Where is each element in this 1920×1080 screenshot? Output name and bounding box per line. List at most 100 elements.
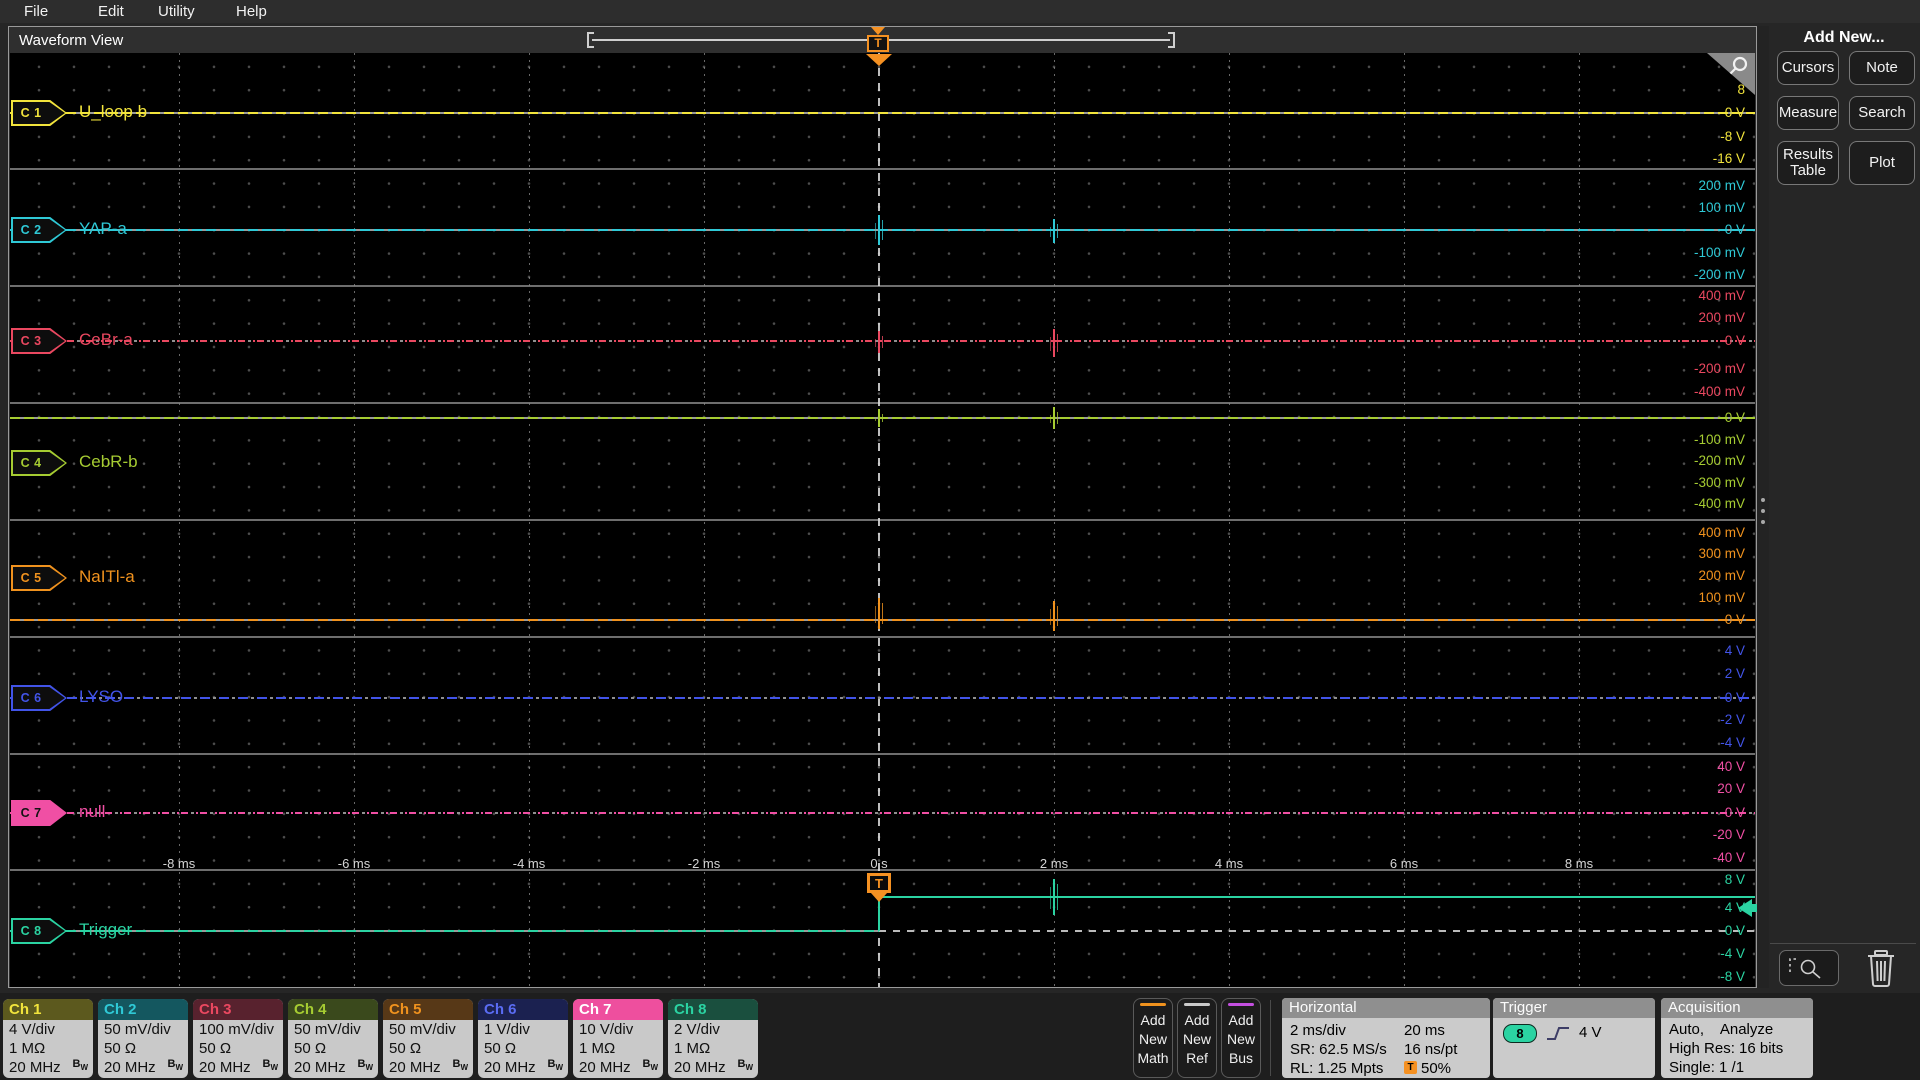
trigger-position-caret[interactable] [871, 27, 885, 35]
scale-label-c1: -16 V [1712, 151, 1745, 166]
add-new-math-button[interactable]: Add New Math [1133, 998, 1173, 1078]
add-new-bus-button[interactable]: Add New Bus [1221, 998, 1261, 1078]
button-label: Add New Ref [1182, 1012, 1211, 1066]
section-divider [10, 285, 1755, 287]
trigger-position-line[interactable] [878, 53, 880, 987]
ch-settings-badge-2[interactable]: Ch 2 50 mV/div 50 Ω 20 MHz BW [98, 999, 188, 1078]
glitch-c8 [1050, 887, 1051, 909]
ch-badge-vdiv: 1 V/div [484, 1021, 530, 1038]
scale-label-c5: 0 V [1724, 612, 1745, 627]
channel-name-c4: CebR-b [79, 452, 138, 471]
channel-badge-c8[interactable]: C 8 [11, 918, 67, 944]
horizontal-panel[interactable]: Horizontal 2 ms/div 20 ms SR: 62.5 MS/s … [1282, 998, 1490, 1078]
glitch-c3 [1057, 334, 1058, 352]
panel-splitter[interactable] [1757, 26, 1769, 988]
scale-label-c3: -400 mV [1693, 384, 1745, 399]
accent-line [1140, 1003, 1166, 1006]
glitch-c3 [1050, 337, 1051, 351]
ch-settings-badge-3[interactable]: Ch 3 100 mV/div 50 Ω 20 MHz BW [193, 999, 283, 1078]
sidebar-title: Add New... [1803, 29, 1885, 46]
ch-settings-badge-8[interactable]: Ch 82 V/div 1 MΩ 20 MHz BW [668, 999, 758, 1078]
ch-badge-impedance: 1 MΩ [579, 1040, 616, 1057]
time-axis-label: 6 ms [1389, 856, 1419, 871]
scale-label-c3: 200 mV [1698, 310, 1745, 325]
major-gridline [1229, 53, 1230, 987]
major-gridline [704, 53, 705, 987]
scale-label-c8: 4 V [1724, 900, 1745, 915]
channel-badge-label: C 7 [20, 806, 42, 820]
waveform-window: Waveform View T 8 0 V -8 V -16 V C 1 U_loop b… [8, 26, 1758, 988]
ch-settings-badge-6[interactable]: Ch 61 V/div 50 Ω 20 MHz BW [478, 999, 568, 1078]
drag-handle-dot [1761, 509, 1765, 513]
ch-badge-title: Ch 6 [478, 999, 568, 1020]
menu-edit[interactable]: Edit [98, 3, 124, 20]
sidebar-button-cursors[interactable]: Cursors [1777, 51, 1839, 85]
sidebar-button-plot[interactable]: Plot [1849, 141, 1915, 185]
trash-icon [1868, 950, 1894, 987]
scale-label-c2: 100 mV [1698, 200, 1745, 215]
ch-badge-title: Ch 5 [383, 999, 473, 1020]
menu-utility[interactable]: Utility [158, 3, 195, 20]
section-divider [10, 636, 1755, 638]
glitch-c5 [875, 606, 876, 623]
add-new-ref-button[interactable]: Add New Ref [1177, 998, 1217, 1078]
major-gridline [1579, 53, 1580, 987]
rising-edge-icon [1547, 1027, 1569, 1040]
channel-badge-label: C 1 [20, 106, 42, 120]
scale-label-c1: -8 V [1720, 129, 1745, 144]
sidebar-button-note[interactable]: Note [1849, 51, 1915, 85]
sidebar-button-search[interactable]: Search [1849, 96, 1915, 130]
trigger-event-flag[interactable]: T [867, 873, 891, 893]
menu-file[interactable]: File [24, 3, 48, 20]
ch-badge-impedance: 1 MΩ [9, 1040, 46, 1057]
channel-badge-c4[interactable]: C 4 [11, 450, 67, 476]
channel-badge-c2[interactable]: C 2 [11, 217, 67, 243]
trigger-position-flag[interactable]: T [867, 35, 889, 52]
channel-badge-c5[interactable]: C 5 [11, 565, 67, 591]
horizontal-resolution: 16 ns/pt [1404, 1041, 1458, 1058]
trigger-panel[interactable]: Trigger 8 4 V [1493, 998, 1655, 1078]
scale-label-c8: -4 V [1720, 946, 1745, 961]
ch-settings-badge-7[interactable]: Ch 7 10 V/div 1 MΩ 20 MHz BW [573, 999, 663, 1078]
ch-badge-vdiv: 50 mV/div [294, 1021, 361, 1038]
sidebar-button-results-table[interactable]: Results Table [1777, 141, 1839, 185]
glitch-c8 [1053, 879, 1055, 915]
waveform-c8-high [879, 896, 1755, 898]
scale-label-c8: -8 V [1720, 969, 1745, 984]
glitch-c5 [1057, 606, 1058, 626]
trash-button[interactable] [1862, 948, 1900, 988]
window-title: Waveform View [19, 32, 124, 49]
time-axis-label: -4 ms [512, 856, 546, 871]
glitch-c3 [878, 331, 880, 353]
glitch-c4 [875, 417, 876, 421]
scale-label-c2: 200 mV [1698, 178, 1745, 193]
scale-label-c4: 0 V [1724, 410, 1745, 425]
scale-label-c4: -200 mV [1693, 453, 1745, 468]
bandwidth-limit-icon: BW [547, 1057, 563, 1072]
oscilloscope-app: File Edit Utility Help Waveform View T 8 0 V… [0, 0, 1920, 1080]
channel-badge-label: C 6 [20, 691, 42, 705]
scale-label-c3: 0 V [1724, 333, 1745, 348]
channel-badge-c3[interactable]: C 3 [11, 328, 67, 354]
channel-badge-label: C 4 [20, 456, 42, 470]
glitch-c3 [882, 336, 883, 348]
channel-badge-c6[interactable]: C 6 [11, 685, 67, 711]
trigger-caret-top[interactable] [866, 54, 892, 66]
ch-settings-badge-4[interactable]: Ch 4 50 mV/div 50 Ω 20 MHz BW [288, 999, 378, 1078]
ch-settings-badge-1[interactable]: Ch 14 V/div 1 MΩ 20 MHz BW [3, 999, 93, 1078]
section-divider [10, 168, 1755, 170]
zoom-select-button[interactable] [1779, 950, 1839, 986]
sidebar-button-measure[interactable]: Measure [1777, 96, 1839, 130]
trigger-level-arrow[interactable] [1738, 899, 1752, 917]
channel-badge-c1[interactable]: C 1 [11, 100, 67, 126]
scale-label-c7: -20 V [1712, 827, 1745, 842]
waveform-c6 [10, 697, 1755, 699]
magnifier-box-icon [1789, 958, 1821, 979]
menu-help[interactable]: Help [236, 3, 267, 20]
ch-settings-badge-5[interactable]: Ch 5 50 mV/div 50 Ω 20 MHz BW [383, 999, 473, 1078]
channel-badge-c7[interactable]: C 7 [11, 800, 67, 826]
acquisition-panel[interactable]: Acquisition Auto, Analyze High Res: 16 b… [1661, 998, 1813, 1078]
plot-area[interactable]: 8 0 V -8 V -16 V C 1 U_loop b 200 mV 100 mV 0 V -… [10, 53, 1758, 987]
bandwidth-limit-icon: BW [167, 1057, 183, 1072]
horizontal-scale: 2 ms/div [1290, 1022, 1346, 1039]
